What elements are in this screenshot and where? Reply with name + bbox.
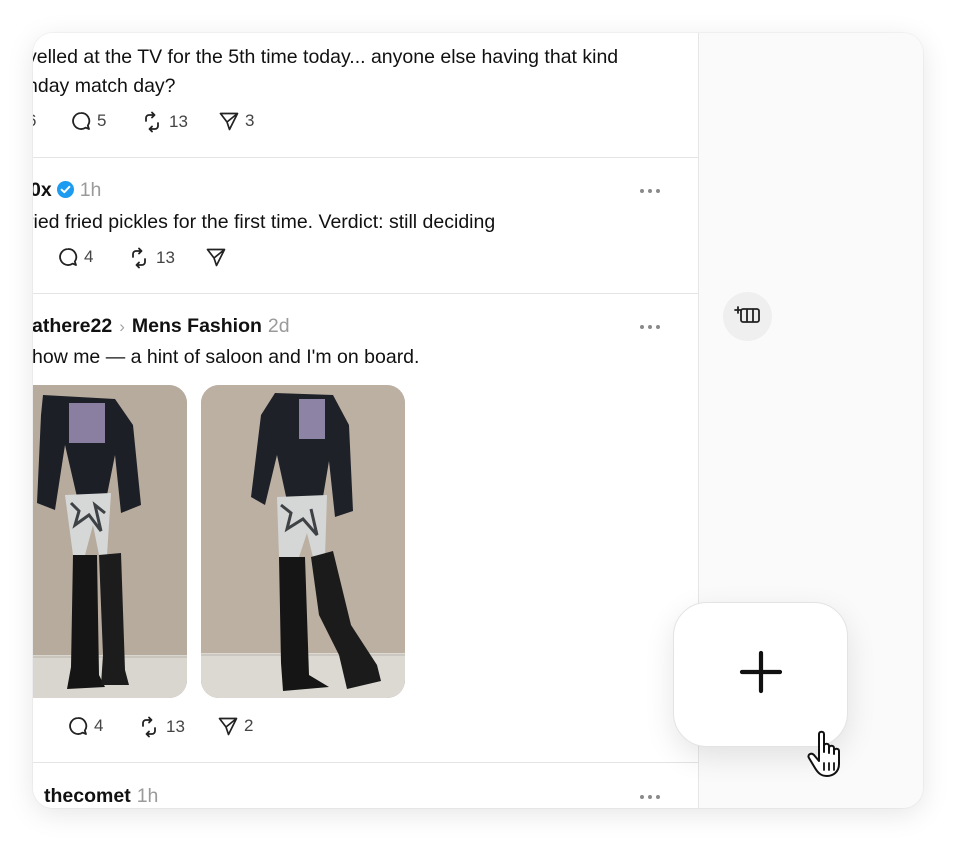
- share-count: 3: [245, 111, 255, 130]
- post-image[interactable]: [33, 385, 187, 698]
- verified-badge-icon: [56, 181, 74, 198]
- share-count: 2: [244, 716, 254, 735]
- like-count-partial[interactable]: 6: [33, 111, 36, 131]
- more-dots-icon[interactable]: [640, 790, 660, 804]
- post-time: 2d: [267, 315, 290, 337]
- reply-button[interactable]: 5: [71, 111, 106, 131]
- repost-arrows-icon: [138, 716, 160, 738]
- post-text: yelled at the TV for the 5th time today.…: [33, 46, 619, 68]
- post-header: athere22 › Mens Fashion 2d: [33, 314, 290, 339]
- paper-plane-icon: [206, 247, 226, 267]
- repost-count: 13: [166, 717, 185, 736]
- more-dots-icon[interactable]: [640, 184, 660, 198]
- share-button[interactable]: 3: [219, 111, 254, 131]
- post-time: 1h: [79, 179, 102, 201]
- repost-button[interactable]: 13: [128, 247, 175, 269]
- hand-pointer-icon: [805, 730, 853, 785]
- post-actions: 4 13: [33, 247, 698, 273]
- feed-column: yelled at the TV for the 5th time today.…: [33, 33, 699, 808]
- paper-plane-icon: [219, 111, 239, 131]
- reply-count: 5: [97, 111, 107, 130]
- speech-bubble-icon: [68, 716, 88, 736]
- post-text: ried fried pickles for the first time. V…: [33, 211, 496, 233]
- repost-button[interactable]: 13: [141, 111, 188, 133]
- post-time: 1h: [136, 785, 159, 807]
- reply-button[interactable]: 4: [68, 716, 103, 736]
- reply-button[interactable]: 4: [58, 247, 93, 267]
- share-button[interactable]: [206, 247, 232, 267]
- post-image[interactable]: [201, 385, 405, 698]
- repost-arrows-icon: [141, 111, 163, 133]
- repost-count: 13: [169, 112, 188, 131]
- post-header: thecomet 1h: [44, 784, 158, 808]
- repost-count: 13: [156, 248, 175, 267]
- feed-post[interactable]: 0x 1h ried fried pickles for the first ti…: [33, 157, 698, 294]
- add-column-button[interactable]: [723, 292, 772, 341]
- compose-button[interactable]: [673, 602, 848, 747]
- plus-icon: [739, 650, 783, 699]
- post-header: 0x 1h: [33, 178, 101, 202]
- paper-plane-icon: [218, 716, 238, 736]
- post-actions: 6 5 13 3: [33, 111, 698, 137]
- speech-bubble-icon: [71, 111, 91, 131]
- post-author[interactable]: 0x: [33, 179, 52, 201]
- speech-bubble-icon: [58, 247, 78, 267]
- reply-count: 4: [84, 247, 94, 266]
- community-link[interactable]: Mens Fashion: [132, 315, 262, 337]
- chevron-right-icon: ›: [119, 317, 125, 336]
- reply-count: 4: [94, 716, 104, 735]
- post-author[interactable]: athere22: [33, 315, 112, 337]
- repost-button[interactable]: 13: [138, 716, 185, 738]
- feed-post[interactable]: thecomet 1h: [33, 762, 698, 808]
- post-author[interactable]: thecomet: [44, 785, 131, 807]
- add-column-icon: [733, 303, 762, 330]
- post-text: how me — a hint of saloon and I'm on boa…: [33, 346, 420, 368]
- post-text: nday match day?: [33, 75, 176, 97]
- post-actions: 4 13 2: [33, 716, 698, 742]
- repost-arrows-icon: [128, 247, 150, 269]
- feed-post[interactable]: yelled at the TV for the 5th time today.…: [33, 33, 698, 158]
- app-window: yelled at the TV for the 5th time today.…: [33, 33, 923, 808]
- more-dots-icon[interactable]: [640, 320, 660, 334]
- share-button[interactable]: 2: [218, 716, 253, 736]
